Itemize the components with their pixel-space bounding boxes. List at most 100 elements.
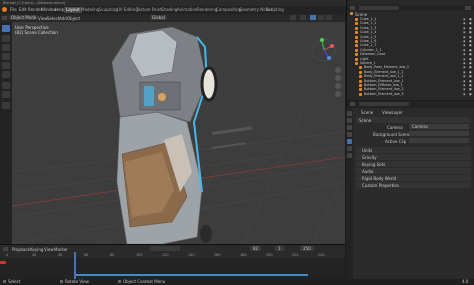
properties-section-header[interactable]: Audio (356, 168, 471, 174)
visibility-eye-icon[interactable]: ◉ (463, 74, 466, 78)
collection-tab-icon[interactable] (347, 153, 352, 158)
render-toggle-icon[interactable]: ▣ (469, 26, 472, 30)
menu-file[interactable]: File (10, 7, 17, 12)
visibility-eye-icon[interactable]: ◉ (463, 35, 466, 39)
visibility-eye-icon[interactable]: ◉ (463, 79, 466, 83)
render-toggle-icon[interactable]: ▣ (469, 83, 472, 87)
visibility-eye-icon[interactable]: ◉ (463, 92, 466, 96)
visibility-eye-icon[interactable]: ◉ (463, 70, 466, 74)
view-layer-tab-icon[interactable] (347, 132, 352, 137)
rendered-shading-icon[interactable] (326, 15, 332, 20)
outliner-item-label: Cube_1_2 (360, 21, 377, 26)
output-tab-icon[interactable] (347, 125, 352, 130)
render-toggle-icon[interactable]: ▣ (469, 74, 472, 78)
world-tab-icon[interactable] (347, 146, 352, 151)
editor-type-icon[interactable] (2, 16, 7, 20)
visibility-eye-icon[interactable]: ◉ (463, 57, 466, 61)
xray-icon[interactable] (300, 15, 306, 20)
properties-section-header[interactable]: Custom Properties (356, 182, 471, 188)
solid-shading-icon[interactable] (310, 15, 316, 20)
render-toggle-icon[interactable]: ▣ (469, 70, 472, 74)
render-toggle-icon[interactable]: ▣ (469, 35, 472, 39)
navigation-gizmo[interactable] (312, 38, 336, 62)
properties-section-header[interactable]: Keying Sets (356, 161, 471, 167)
visibility-eye-icon[interactable]: ◉ (463, 52, 466, 56)
outliner[interactable]: Scene Cube_1_1 ◉ ▣ Cube_1_2 ◉ ▣ Cube_1_3 ◉ ▣ Cube… (346, 0, 474, 100)
delorean-model[interactable] (111, 26, 253, 244)
render-toggle-icon[interactable]: ▣ (469, 92, 472, 96)
render-toggle-icon[interactable]: ▣ (469, 57, 472, 61)
visibility-eye-icon[interactable]: ◉ (463, 83, 466, 87)
properties-section-header[interactable]: Units (356, 147, 471, 153)
move-tool-icon[interactable] (2, 44, 10, 51)
select-box-tool-icon[interactable] (2, 25, 10, 32)
camera-field[interactable]: Camera (409, 124, 469, 129)
render-toggle-icon[interactable]: ▣ (469, 65, 472, 69)
rotate-tool-icon[interactable] (2, 53, 10, 60)
keyframe-marker[interactable] (0, 261, 6, 264)
render-toggle-icon[interactable]: ▣ (469, 21, 472, 25)
menu-help[interactable]: Help (55, 7, 64, 12)
visibility-eye-icon[interactable]: ◉ (463, 26, 466, 30)
transform-tool-icon[interactable] (2, 71, 10, 78)
end-frame-field[interactable]: 250 (300, 246, 314, 251)
tab-scripting[interactable]: Scripting (264, 7, 286, 13)
outliner-editor-icon[interactable] (350, 6, 355, 10)
visibility-eye-icon[interactable]: ◉ (463, 43, 466, 47)
render-toggle-icon[interactable]: ▣ (469, 17, 472, 21)
visibility-eye-icon[interactable]: ◉ (463, 48, 466, 52)
outliner-row[interactable]: Bottom_Element_low_3 ◉ ▣ (347, 92, 474, 97)
viewport-nav-buttons[interactable] (335, 67, 341, 97)
active-clip-field[interactable] (409, 138, 469, 143)
add-cube-tool-icon[interactable] (2, 102, 10, 109)
annotate-tool-icon[interactable] (2, 82, 10, 89)
render-toggle-icon[interactable]: ▣ (469, 79, 472, 83)
properties-editor[interactable]: Scene ViewLayer Scene Camera Camera Back… (346, 101, 474, 285)
mode-dropdown[interactable]: Object Mode (9, 15, 39, 20)
overlay-icon[interactable] (290, 15, 296, 20)
object-menu[interactable]: Object (67, 16, 80, 21)
scene-tab-icon[interactable] (347, 139, 352, 144)
render-toggle-icon[interactable]: ▣ (469, 52, 472, 56)
filter-icon[interactable] (465, 6, 471, 10)
select-menu[interactable]: Select (47, 16, 59, 21)
render-tab-icon[interactable] (347, 118, 352, 123)
start-frame-field[interactable]: 1 (275, 246, 284, 251)
scale-tool-icon[interactable] (2, 62, 10, 69)
measure-tool-icon[interactable] (2, 91, 10, 98)
visibility-eye-icon[interactable]: ◉ (463, 65, 466, 69)
render-toggle-icon[interactable]: ▣ (469, 30, 472, 34)
properties-search-input[interactable] (359, 102, 409, 106)
current-frame-field[interactable]: 82 (250, 246, 262, 251)
render-toggle-icon[interactable]: ▣ (469, 43, 472, 47)
background-scene-field[interactable] (409, 131, 469, 136)
3d-viewport[interactable]: User Perspective (82) Scene Collection (12, 22, 345, 244)
visibility-eye-icon[interactable]: ◉ (463, 61, 466, 65)
outliner-search-input[interactable] (359, 6, 399, 10)
render-toggle-icon[interactable]: ▣ (469, 61, 472, 65)
properties-section-header[interactable]: Rigid Body World (356, 175, 471, 181)
transform-orientation-dropdown[interactable]: Global (150, 15, 167, 20)
render-toggle-icon[interactable]: ▣ (469, 87, 472, 91)
visibility-eye-icon[interactable]: ◉ (463, 21, 466, 25)
visibility-eye-icon[interactable]: ◉ (463, 87, 466, 91)
visibility-eye-icon[interactable]: ◉ (463, 17, 466, 21)
material-shading-icon[interactable] (318, 15, 324, 20)
menu-edit[interactable]: Edit (19, 7, 27, 12)
render-toggle-icon[interactable]: ▣ (469, 39, 472, 43)
scene-panel-header[interactable]: Scene (356, 117, 471, 123)
visibility-eye-icon[interactable]: ◉ (463, 30, 466, 34)
properties-section-header[interactable]: Gravity (356, 154, 471, 160)
cursor-tool-icon[interactable] (2, 35, 10, 42)
properties-editor-icon[interactable] (350, 102, 355, 106)
blender-logo-icon[interactable] (2, 7, 7, 12)
playback-controls[interactable] (150, 246, 180, 251)
visibility-eye-icon[interactable]: ◉ (463, 39, 466, 43)
timeline[interactable]: 0 20 40 60 80 100 120 140 160 180 200 220 240 (0, 252, 345, 279)
add-menu[interactable]: Add (59, 16, 67, 21)
render-toggle-icon[interactable]: ▣ (469, 48, 472, 52)
tool-tab-icon[interactable] (347, 111, 352, 116)
timeline-editor-icon[interactable] (3, 247, 8, 251)
outliner-item-label: Body_Element_low_1_2 (364, 74, 404, 79)
status-select: Select (8, 279, 21, 284)
